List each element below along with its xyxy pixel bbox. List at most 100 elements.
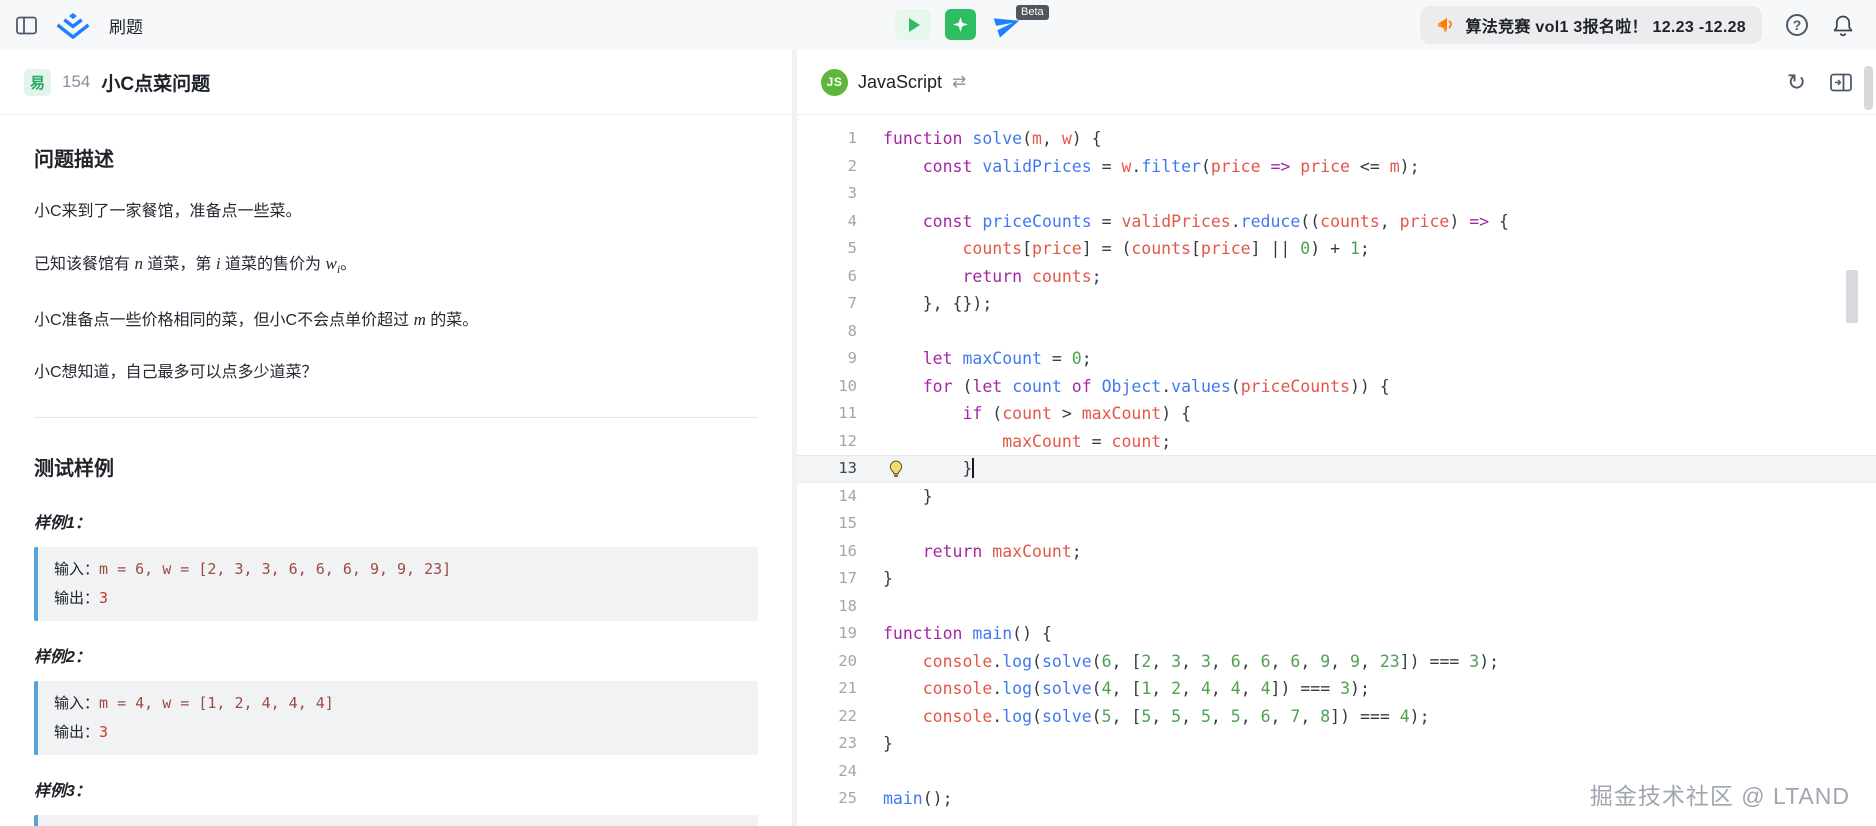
- line-number[interactable]: 25: [797, 785, 857, 813]
- language-selector[interactable]: JS JavaScript ⇄: [821, 69, 966, 96]
- topbar-right: 算法竞赛 vol1 3报名啦！ 12.23 -12.28 ?: [1420, 6, 1860, 44]
- code-line[interactable]: 6 return counts;: [797, 263, 1876, 291]
- line-number[interactable]: 20: [797, 648, 857, 676]
- editor-scrollbar-thumb[interactable]: [1846, 270, 1858, 323]
- code-line[interactable]: 21 console.log(solve(4, [1, 2, 4, 4, 4])…: [797, 675, 1876, 703]
- question-icon: ?: [1793, 17, 1802, 33]
- code-line[interactable]: 11 if (count > maxCount) {: [797, 400, 1876, 428]
- problem-panel: 易 154 小C点菜问题 问题描述 小C来到了一家餐馆，准备点一些菜。已知该餐馆…: [0, 50, 792, 826]
- juejin-logo[interactable]: [53, 12, 93, 39]
- line-number[interactable]: 23: [797, 730, 857, 758]
- beta-badge: Beta: [1016, 5, 1049, 20]
- problem-paragraph: 已知该餐馆有 n 道菜，第 i 道菜的售价为 wi。: [34, 252, 758, 279]
- code-line[interactable]: 2 const validPrices = w.filter(price => …: [797, 153, 1876, 181]
- sample-input-line: 输入：m = 6, w = [2, 3, 3, 6, 6, 6, 9, 9, 2…: [54, 555, 742, 584]
- code-line[interactable]: 19function main() {: [797, 620, 1876, 648]
- lightbulb-icon[interactable]: [887, 459, 905, 477]
- line-number[interactable]: 19: [797, 620, 857, 648]
- line-number[interactable]: 5: [797, 235, 857, 263]
- code-line[interactable]: 9 let maxCount = 0;: [797, 345, 1876, 373]
- code-line[interactable]: 10 for (let count of Object.values(price…: [797, 373, 1876, 401]
- line-number[interactable]: 24: [797, 758, 857, 786]
- code-line-text: console.log(solve(4, [1, 2, 4, 4, 4]) ==…: [883, 675, 1876, 703]
- code-line-text: [883, 318, 1876, 346]
- code-line-text: [883, 180, 1876, 208]
- code-line[interactable]: 12 maxCount = count;: [797, 428, 1876, 456]
- promo-banner[interactable]: 算法竞赛 vol1 3报名啦！ 12.23 -12.28: [1420, 6, 1762, 44]
- topbar-actions: Beta: [895, 9, 1024, 40]
- line-number[interactable]: 14: [797, 483, 857, 511]
- code-line[interactable]: 7 }, {});: [797, 290, 1876, 318]
- line-number[interactable]: 9: [797, 345, 857, 373]
- code-line[interactable]: 20 console.log(solve(6, [2, 3, 3, 6, 6, …: [797, 648, 1876, 676]
- reset-code-button[interactable]: ↻: [1787, 69, 1806, 96]
- code-editor[interactable]: 1function solve(m, w) {2 const validPric…: [797, 115, 1876, 826]
- samples-heading: 测试样例: [34, 452, 758, 481]
- app: 刷题 Beta 算法竞赛 vol1 3报名啦！ 12.23 -12.28: [0, 0, 1876, 826]
- refresh-icon: ↻: [1787, 69, 1806, 96]
- code-line-text: for (let count of Object.values(priceCou…: [883, 373, 1876, 401]
- sidebar-toggle-button[interactable]: [16, 16, 37, 35]
- help-button[interactable]: ?: [1786, 14, 1808, 36]
- sample-label: 样例2：: [34, 643, 758, 667]
- line-number[interactable]: 10: [797, 373, 857, 401]
- code-line[interactable]: 17}: [797, 565, 1876, 593]
- line-number[interactable]: 12: [797, 428, 857, 456]
- sparkle-icon: [952, 16, 969, 33]
- text-cursor: [972, 458, 974, 478]
- line-number[interactable]: 2: [797, 153, 857, 181]
- juejin-logo-icon: [53, 12, 93, 39]
- sample-box: 输入：m = 4, w = [1, 2, 4, 4, 4]输出：3: [34, 681, 758, 755]
- code-line[interactable]: 18: [797, 593, 1876, 621]
- notifications-button[interactable]: [1832, 14, 1854, 37]
- problem-paragraph: 小C准备点一些价格相同的菜，但小C不会点单价超过 m 的菜。: [34, 308, 758, 333]
- line-number[interactable]: 7: [797, 290, 857, 318]
- play-icon: [909, 18, 920, 32]
- code-line-text: const priceCounts = validPrices.reduce((…: [883, 208, 1876, 236]
- run-button[interactable]: [895, 9, 931, 40]
- submit-wrap: Beta: [990, 9, 1024, 40]
- code-line-text: }, {});: [883, 290, 1876, 318]
- code-line[interactable]: 23}: [797, 730, 1876, 758]
- line-number[interactable]: 13: [797, 455, 857, 483]
- line-number[interactable]: 1: [797, 125, 857, 153]
- code-line-text: counts[price] = (counts[price] || 0) + 1…: [883, 235, 1876, 263]
- line-number[interactable]: 21: [797, 675, 857, 703]
- line-number[interactable]: 22: [797, 703, 857, 731]
- code-line[interactable]: 16 return maxCount;: [797, 538, 1876, 566]
- code-line[interactable]: 4 const priceCounts = validPrices.reduce…: [797, 208, 1876, 236]
- code-line[interactable]: 13 }: [797, 455, 1876, 483]
- problem-paragraph: 小C想知道，自己最多可以点多少道菜？: [34, 361, 758, 384]
- brand-label[interactable]: 刷题: [109, 13, 143, 38]
- section-divider: [34, 417, 758, 418]
- topbar: 刷题 Beta 算法竞赛 vol1 3报名啦！ 12.23 -12.28: [0, 0, 1876, 50]
- line-number[interactable]: 15: [797, 510, 857, 538]
- code-area: 1function solve(m, w) {2 const validPric…: [797, 125, 1876, 813]
- code-line[interactable]: 8: [797, 318, 1876, 346]
- line-number[interactable]: 16: [797, 538, 857, 566]
- code-line[interactable]: 22 console.log(solve(5, [5, 5, 5, 5, 6, …: [797, 703, 1876, 731]
- code-line-text: }: [883, 730, 1876, 758]
- page-scrollbar-thumb[interactable]: [1864, 66, 1873, 110]
- code-line-text: }: [883, 483, 1876, 511]
- line-number[interactable]: 17: [797, 565, 857, 593]
- code-line[interactable]: 5 counts[price] = (counts[price] || 0) +…: [797, 235, 1876, 263]
- line-number[interactable]: 11: [797, 400, 857, 428]
- main: 易 154 小C点菜问题 问题描述 小C来到了一家餐馆，准备点一些菜。已知该餐馆…: [0, 50, 1876, 826]
- line-number[interactable]: 3: [797, 180, 857, 208]
- horn-icon: [1436, 15, 1456, 35]
- code-line[interactable]: 3: [797, 180, 1876, 208]
- code-line-text: console.log(solve(5, [5, 5, 5, 5, 6, 7, …: [883, 703, 1876, 731]
- sample-box: 输入：m = 6, w = [2, 3, 3, 6, 6, 6, 9, 9, 2…: [34, 547, 758, 621]
- line-number[interactable]: 18: [797, 593, 857, 621]
- code-line[interactable]: 1function solve(m, w) {: [797, 125, 1876, 153]
- line-number[interactable]: 4: [797, 208, 857, 236]
- layout-toggle-button[interactable]: [1830, 73, 1852, 92]
- line-number[interactable]: 6: [797, 263, 857, 291]
- code-line[interactable]: 15: [797, 510, 1876, 538]
- editor-header-actions: ↻: [1787, 69, 1852, 96]
- sample-input-line: 输入：m = 4, w = [1, 2, 4, 4, 4]: [54, 689, 742, 718]
- test-button[interactable]: [945, 9, 976, 40]
- code-line[interactable]: 14 }: [797, 483, 1876, 511]
- line-number[interactable]: 8: [797, 318, 857, 346]
